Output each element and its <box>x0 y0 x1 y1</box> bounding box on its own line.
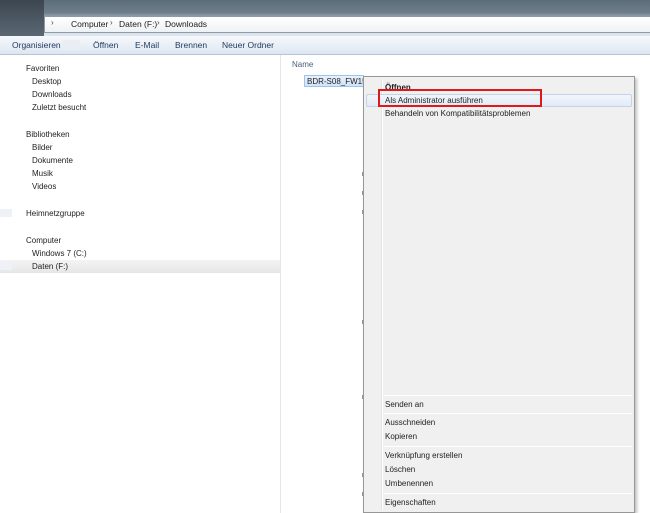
menu-item-send-to[interactable]: Senden an <box>385 400 424 409</box>
nav-item-music[interactable]: Musik <box>32 169 53 178</box>
menu-item-compatibility[interactable]: Behandeln von Kompatibilitätsproblemen <box>385 109 530 118</box>
file-name: BDR-S08_FW150EU <box>307 77 363 86</box>
nav-item-pictures[interactable]: Bilder <box>32 143 52 152</box>
menu-gutter <box>382 79 383 510</box>
open-button[interactable]: Öffnen <box>93 40 118 50</box>
menu-item-cut[interactable]: Ausschneiden <box>385 418 435 427</box>
column-header-name[interactable]: Name <box>292 60 313 69</box>
nav-item-documents[interactable]: Dokumente <box>32 156 73 165</box>
email-button[interactable]: E-Mail <box>135 40 159 50</box>
nav-item-desktop[interactable]: Desktop <box>32 77 61 86</box>
expand-icon[interactable] <box>0 209 12 217</box>
breadcrumb-downloads[interactable]: Downloads <box>165 19 207 29</box>
breadcrumb-computer[interactable]: Computer <box>71 19 108 29</box>
nav-header-libraries[interactable]: Bibliotheken <box>26 130 70 139</box>
chevron-right-icon[interactable]: › <box>110 18 113 27</box>
expand-icon[interactable] <box>0 262 12 270</box>
context-menu: Öffnen Als Administrator ausführen Behan… <box>363 76 635 513</box>
nav-header-computer[interactable]: Computer <box>26 236 61 245</box>
window-titlebar: › Computer › Daten (F:) › Downloads <box>0 0 650 36</box>
menu-separator <box>384 446 632 447</box>
nav-item-drive-c[interactable]: Windows 7 (C:) <box>32 249 87 258</box>
back-forward-area[interactable] <box>0 0 44 36</box>
chevron-right-icon[interactable]: › <box>51 18 54 27</box>
chevron-down-icon[interactable] <box>62 40 80 50</box>
navigation-pane: Favoriten Desktop Downloads Zuletzt besu… <box>0 55 281 513</box>
menu-item-create-shortcut[interactable]: Verknüpfung erstellen <box>385 451 462 460</box>
menu-separator <box>384 413 632 414</box>
file-row-selected[interactable]: BDR-S08_FW150EU <box>304 75 364 87</box>
chevron-right-icon[interactable]: › <box>157 18 160 27</box>
new-folder-button[interactable]: Neuer Ordner <box>222 40 274 50</box>
annotation-highlight-box <box>378 89 542 107</box>
menu-item-delete[interactable]: Löschen <box>385 465 415 474</box>
command-bar: Organisieren Öffnen E-Mail Brennen Neuer… <box>0 36 650 55</box>
burn-button[interactable]: Brennen <box>175 40 207 50</box>
nav-item-recent[interactable]: Zuletzt besucht <box>32 103 86 112</box>
nav-header-favorites[interactable]: Favoriten <box>26 64 59 73</box>
menu-item-copy[interactable]: Kopieren <box>385 432 417 441</box>
address-bar[interactable]: › Computer › Daten (F:) › Downloads <box>44 16 650 33</box>
nav-header-homegroup[interactable]: Heimnetzgruppe <box>26 209 85 218</box>
menu-separator <box>384 493 632 494</box>
menu-item-properties[interactable]: Eigenschaften <box>385 498 436 507</box>
menu-separator <box>384 395 632 396</box>
menu-item-rename[interactable]: Umbenennen <box>385 479 433 488</box>
nav-item-drive-f[interactable]: Daten (F:) <box>32 262 68 271</box>
nav-item-downloads[interactable]: Downloads <box>32 90 72 99</box>
breadcrumb-daten[interactable]: Daten (F:) <box>119 19 157 29</box>
organize-button[interactable]: Organisieren <box>12 40 61 50</box>
nav-item-videos[interactable]: Videos <box>32 182 56 191</box>
